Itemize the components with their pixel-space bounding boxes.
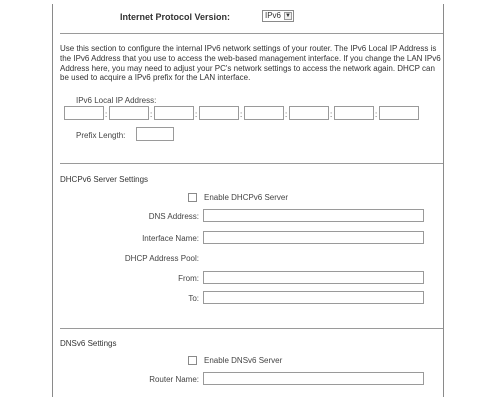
pool-from-label: From: (178, 274, 199, 283)
ipv6-segment-6[interactable] (289, 106, 329, 120)
enable-dhcpv6-checkbox[interactable] (188, 193, 197, 202)
router-name-label: Router Name: (149, 375, 199, 384)
ipv6-local-address-label: IPv6 Local IP Address: (76, 96, 157, 105)
pool-to-label: To: (188, 294, 199, 303)
protocol-version-select[interactable]: IPv6 ▼ (262, 10, 294, 22)
segment-separator: : (195, 110, 198, 119)
divider-dhcp (60, 328, 443, 329)
dns-address-input[interactable] (203, 209, 424, 222)
dhcp-address-pool-label: DHCP Address Pool: (124, 254, 199, 263)
ipv6-segment-3[interactable] (154, 106, 194, 120)
ipv6-segment-8[interactable] (379, 106, 419, 120)
pool-to-input[interactable] (203, 291, 424, 304)
ipv6-segment-5[interactable] (244, 106, 284, 120)
dnsv6-section-title: DNSv6 Settings (60, 339, 117, 348)
prefix-length-label: Prefix Length: (76, 131, 126, 140)
segment-separator: : (285, 110, 288, 119)
pool-from-input[interactable] (203, 271, 424, 284)
lan-description: Use this section to configure the intern… (60, 44, 441, 83)
enable-dnsv6-label: Enable DNSv6 Server (204, 356, 283, 365)
dns-address-label: DNS Address: (148, 212, 199, 221)
ipv6-segment-7[interactable] (334, 106, 374, 120)
prefix-length-input[interactable] (136, 127, 174, 141)
divider-top (60, 33, 443, 34)
segment-separator: : (240, 110, 243, 119)
ipv6-segment-2[interactable] (109, 106, 149, 120)
divider-lan (60, 163, 443, 164)
ipv6-segment-1[interactable] (64, 106, 104, 120)
chevron-down-icon: ▼ (284, 12, 292, 20)
interface-name-label: Interface Name: (142, 234, 199, 243)
segment-separator: : (375, 110, 378, 119)
segment-separator: : (330, 110, 333, 119)
enable-dhcpv6-label: Enable DHCPv6 Server (204, 193, 289, 202)
dhcpv6-section-title: DHCPv6 Server Settings (60, 175, 149, 184)
segment-separator: : (105, 110, 108, 119)
segment-separator: : (150, 110, 153, 119)
protocol-version-label: Internet Protocol Version: (120, 12, 231, 22)
router-name-input[interactable] (203, 372, 424, 385)
protocol-version-value: IPv6 (265, 11, 282, 20)
ipv6-segment-4[interactable] (199, 106, 239, 120)
enable-dnsv6-checkbox[interactable] (188, 356, 197, 365)
interface-name-input[interactable] (203, 231, 424, 244)
